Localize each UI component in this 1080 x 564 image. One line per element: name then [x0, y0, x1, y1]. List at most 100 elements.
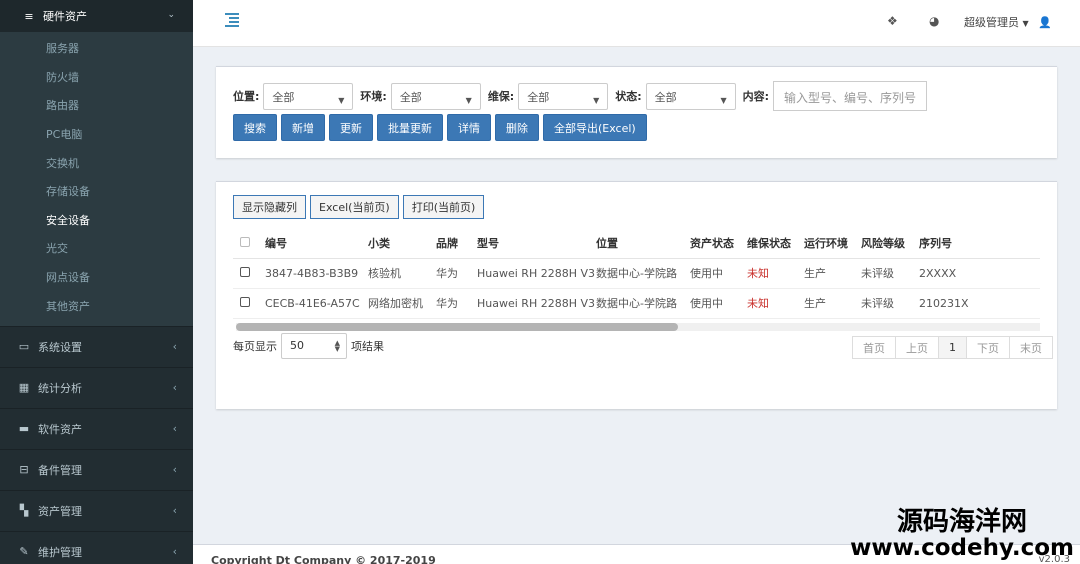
- sidebar-item-software-assets[interactable]: ▬ 软件资产 ‹: [0, 407, 193, 449]
- row-checkbox[interactable]: [240, 296, 250, 307]
- horizontal-scrollbar[interactable]: [236, 323, 1040, 331]
- sidebar-subitem-security[interactable]: 安全设备: [0, 206, 193, 235]
- pagination: 首页 上页 1 下页 末页: [852, 336, 1053, 359]
- last-page-button[interactable]: 末页: [1009, 336, 1053, 359]
- cell-location: 数据中心-学院路: [596, 258, 690, 289]
- cell-asset-status: 使用中: [690, 288, 747, 319]
- dropbox-icon[interactable]: ❖: [887, 14, 898, 28]
- column-header[interactable]: 维保状态: [747, 229, 804, 259]
- sidebar-item-spare-parts[interactable]: ⊟ 备件管理 ‹: [0, 448, 193, 490]
- column-header[interactable]: 资产状态: [690, 229, 747, 259]
- add-button[interactable]: 新增: [281, 114, 325, 141]
- excel-page-button[interactable]: Excel(当前页): [310, 195, 399, 219]
- column-header[interactable]: 型号: [477, 229, 596, 259]
- cell-risk: 未评级: [861, 258, 919, 289]
- column-header[interactable]: 位置: [596, 229, 690, 259]
- sidebar-item-asset-management[interactable]: ▚ 资产管理 ‹: [0, 489, 193, 531]
- cell-asset-status: 使用中: [690, 258, 747, 289]
- sidebar-subitem-server[interactable]: 服务器: [0, 34, 193, 63]
- search-input[interactable]: 输入型号、编号、序列号: [773, 81, 928, 111]
- maint-value: 全部: [527, 90, 550, 104]
- table-header-row: 编号 小类 品牌 型号 位置 资产状态 维保状态 运行环境 风险等级 序列号: [233, 229, 1040, 259]
- sidebar-subitem-router[interactable]: 路由器: [0, 91, 193, 120]
- wrench-icon: ✎: [19, 545, 29, 559]
- column-header[interactable]: 编号: [265, 229, 368, 259]
- chevron-down-icon: ⌄: [167, 10, 175, 20]
- user-icon: 👤: [1038, 16, 1052, 29]
- column-header[interactable]: 序列号: [919, 229, 1040, 259]
- column-header[interactable]: 品牌: [436, 229, 477, 259]
- select-all-checkbox[interactable]: [240, 236, 250, 247]
- sidebar-subitem-firewall[interactable]: 防火墙: [0, 63, 193, 92]
- cell-subtype: 核验机: [368, 258, 436, 289]
- toggle-columns-button[interactable]: 显示隐藏列: [233, 195, 306, 219]
- cell-env: 生产: [804, 288, 861, 319]
- sidebar-item-label: 统计分析: [38, 381, 82, 395]
- chevron-left-icon: ‹: [172, 545, 177, 559]
- table-row[interactable]: 3847-4B83-B3B9 核验机 华为 Huawei RH 2288H V3…: [233, 258, 1040, 289]
- search-button[interactable]: 搜索: [233, 114, 277, 141]
- chevron-left-icon: ‹: [172, 340, 177, 354]
- laptop-icon: ▭: [18, 340, 30, 354]
- hdd-icon: ▬: [18, 422, 30, 436]
- sidebar-item-maintenance[interactable]: ✎ 维护管理 ‹: [0, 530, 193, 564]
- delete-button[interactable]: 删除: [495, 114, 539, 141]
- sidebar-item-label: 维护管理: [38, 545, 82, 559]
- menu-toggle-icon[interactable]: [225, 13, 239, 27]
- location-select[interactable]: 全部 ▼: [263, 82, 354, 110]
- prev-page-button[interactable]: 上页: [895, 336, 939, 359]
- column-header[interactable]: 小类: [368, 229, 436, 259]
- update-button[interactable]: 更新: [329, 114, 373, 141]
- palette-icon[interactable]: ◕: [929, 14, 939, 28]
- print-page-button[interactable]: 打印(当前页): [402, 195, 485, 219]
- row-checkbox[interactable]: [240, 266, 250, 277]
- page-size-select[interactable]: 50 ▲ ▼: [281, 333, 347, 359]
- column-header[interactable]: 运行环境: [804, 229, 861, 259]
- copyright-text: Copyright Dt Company © 2017-2019: [211, 554, 436, 564]
- maint-select[interactable]: 全部 ▼: [518, 82, 609, 110]
- env-select[interactable]: 全部 ▼: [390, 82, 481, 110]
- cell-brand: 华为: [436, 258, 477, 289]
- location-label: 位置:: [233, 90, 260, 103]
- watermark-title: 源码海洋网: [897, 507, 1028, 537]
- table-icon: ▦: [18, 381, 30, 395]
- chevron-left-icon: ‹: [172, 463, 177, 477]
- sidebar-item-statistics[interactable]: ▦ 统计分析 ‹: [0, 366, 193, 408]
- next-page-button[interactable]: 下页: [966, 336, 1010, 359]
- sidebar-subitem-branch[interactable]: 网点设备: [0, 263, 193, 292]
- asset-table: 编号 小类 品牌 型号 位置 资产状态 维保状态 运行环境 风险等级 序列号 3…: [233, 229, 1040, 319]
- caret-down-icon: ▼: [465, 95, 472, 105]
- caret-down-icon: ▼: [338, 95, 345, 105]
- sidebar-item-hardware-assets[interactable]: ≡ 硬件资产 ⌄: [0, 0, 193, 32]
- cell-subtype: 网络加密机: [368, 288, 436, 319]
- status-select[interactable]: 全部 ▼: [645, 82, 736, 110]
- cell-id: CECB-41E6-A57C: [265, 288, 368, 319]
- scrollbar-thumb[interactable]: [236, 323, 678, 331]
- env-label: 环境:: [360, 90, 387, 103]
- sidebar-subitem-storage[interactable]: 存储设备: [0, 177, 193, 206]
- cell-maint-status: 未知: [747, 288, 804, 319]
- page-size-control: 每页显示 50 ▲ ▼ 项结果: [233, 333, 384, 359]
- export-excel-button[interactable]: 全部导出(Excel): [543, 114, 647, 141]
- current-page[interactable]: 1: [938, 336, 967, 359]
- user-menu[interactable]: 超级管理员 ▼ 👤: [964, 14, 1052, 30]
- sidebar-item-system-settings[interactable]: ▭ 系统设置 ‹: [0, 325, 193, 367]
- status-value: 全部: [654, 90, 677, 104]
- sidebar-submenu: 服务器 防火墙 路由器 PC电脑 交换机 存储设备 安全设备 光交 网点设备 其…: [0, 32, 193, 326]
- sidebar-subitem-switch[interactable]: 交换机: [0, 148, 193, 177]
- filter-panel: 位置: 全部 ▼ 环境: 全部 ▼ 维保: 全部 ▼ 状态: 全部 ▼ 内容: 输入型号…: [216, 66, 1057, 158]
- details-button[interactable]: 详情: [447, 114, 491, 141]
- sidebar: ≡ 硬件资产 ⌄ 服务器 防火墙 路由器 PC电脑 交换机 存储设备 安全设备 …: [0, 0, 193, 564]
- cell-location: 数据中心-学院路: [596, 288, 690, 319]
- sidebar-subitem-other[interactable]: 其他资产: [0, 291, 193, 320]
- batch-update-button[interactable]: 批量更新: [377, 114, 443, 141]
- table-row[interactable]: CECB-41E6-A57C 网络加密机 华为 Huawei RH 2288H …: [233, 288, 1040, 319]
- column-header[interactable]: 风险等级: [861, 229, 919, 259]
- caret-down-icon: ▼: [593, 95, 600, 105]
- first-page-button[interactable]: 首页: [852, 336, 896, 359]
- sidebar-subitem-optical[interactable]: 光交: [0, 234, 193, 263]
- user-name: 超级管理员: [964, 16, 1019, 29]
- inbox-icon: ⊟: [19, 463, 29, 477]
- caret-down-icon: ▼: [720, 95, 727, 105]
- sidebar-subitem-pc[interactable]: PC电脑: [0, 120, 193, 149]
